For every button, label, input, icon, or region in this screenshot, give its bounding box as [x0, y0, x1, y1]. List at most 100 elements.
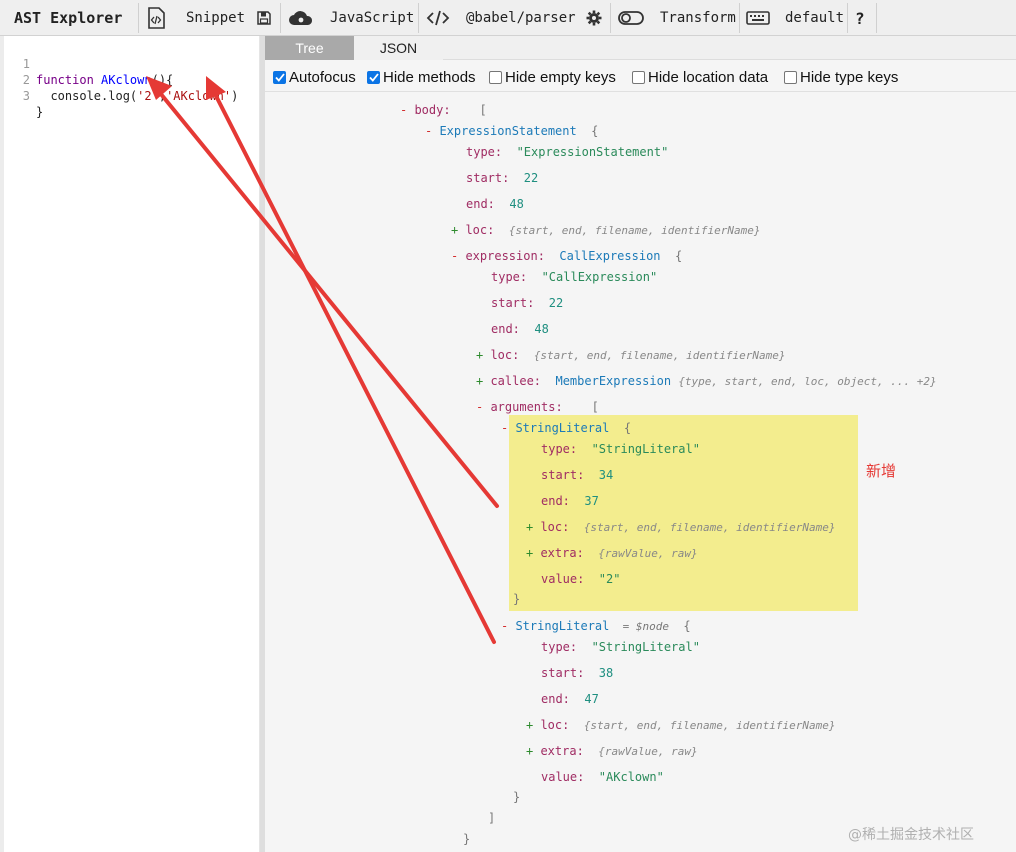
- help-button[interactable]: ?: [855, 0, 865, 36]
- tree-row[interactable]: - StringLiteral = $node {: [501, 617, 691, 635]
- expand-toggle[interactable]: +: [526, 744, 540, 758]
- tree-row[interactable]: + extra: {rawValue, raw}: [526, 742, 698, 760]
- code-line: 1 function AKclown(){: [4, 40, 260, 87]
- expand-toggle[interactable]: +: [526, 718, 540, 732]
- tree-row[interactable]: - arguments: [: [476, 398, 599, 416]
- tree-row[interactable]: value: "AKclown": [541, 768, 664, 786]
- tree-row[interactable]: + callee: MemberExpression {type, start,…: [476, 372, 937, 390]
- tree-row[interactable]: + loc: {start, end, filename, identifier…: [526, 716, 835, 734]
- tree-row[interactable]: - expression: CallExpression {: [451, 247, 682, 265]
- tree-key: start:: [541, 666, 599, 680]
- line-number: 3: [22, 89, 30, 103]
- tree-key: end:: [541, 494, 585, 508]
- tree-value: }: [513, 592, 521, 606]
- tree-value: "AKclown": [598, 770, 664, 784]
- snippet-button[interactable]: Snippet: [146, 0, 245, 36]
- tree-value: ]: [488, 811, 496, 825]
- tree-value: 38: [598, 666, 614, 680]
- tree-row[interactable]: type: "CallExpression": [491, 268, 657, 286]
- tree-row[interactable]: ]: [488, 809, 495, 827]
- tree-value: 48: [509, 197, 524, 211]
- output-tabs: Tree JSON: [265, 36, 1016, 60]
- parser-button[interactable]: @babel/parser: [426, 0, 576, 36]
- hide-empty-keys-option[interactable]: Hide empty keys: [489, 67, 616, 87]
- hide-methods-option[interactable]: Hide methods: [367, 67, 476, 87]
- watermark: @稀土掘金技术社区: [848, 827, 974, 843]
- parser-label: @babel/parser: [466, 10, 576, 26]
- tree-key: start:: [541, 468, 599, 482]
- tree-value: "ExpressionStatement": [516, 145, 669, 159]
- tree-row[interactable]: + loc: {start, end, filename, identifier…: [476, 346, 785, 364]
- tree-options: Autofocus Hide methods Hide empty keys H…: [265, 62, 1016, 92]
- tree-value: 37: [584, 494, 599, 508]
- tree-row[interactable]: - StringLiteral {: [501, 419, 631, 437]
- tree-row[interactable]: - body: [: [400, 101, 487, 119]
- tree-row[interactable]: }: [513, 590, 520, 608]
- hide-location-data-option[interactable]: Hide location data: [632, 67, 768, 87]
- tree-row[interactable]: start: 22: [466, 169, 538, 187]
- toolbar: AST Explorer Snippet JavaScript @babel/p…: [0, 0, 1016, 36]
- code-editor[interactable]: 1 function AKclown(){ 2 console.log('2',…: [4, 36, 260, 852]
- tree-row[interactable]: end: 47: [541, 690, 599, 708]
- annotation-label: 新增: [866, 462, 897, 480]
- tree-row[interactable]: start: 34: [541, 466, 613, 484]
- expand-toggle[interactable]: +: [526, 520, 540, 534]
- tree-key: loc:: [540, 520, 584, 534]
- tree-key: extra:: [540, 546, 599, 560]
- tree-value: "2": [598, 572, 621, 586]
- tree-value: 22: [523, 171, 539, 185]
- hide-methods-checkbox[interactable]: [367, 70, 380, 84]
- hide-type-keys-checkbox[interactable]: [784, 70, 797, 84]
- tree-value: 22: [548, 296, 564, 310]
- collapse-toggle[interactable]: -: [476, 400, 490, 414]
- hide-type-keys-option[interactable]: Hide type keys: [784, 67, 898, 87]
- tree-row[interactable]: end: 48: [491, 320, 549, 338]
- tree-row[interactable]: start: 38: [541, 664, 613, 682]
- tree-value: {start, end, filename, identifierName}: [533, 349, 786, 362]
- collapse-toggle[interactable]: -: [451, 249, 465, 263]
- tree-row[interactable]: + loc: {start, end, filename, identifier…: [526, 518, 835, 536]
- tree-value: "StringLiteral": [591, 442, 700, 456]
- expand-toggle[interactable]: +: [476, 374, 490, 388]
- hide-empty-keys-checkbox[interactable]: [489, 70, 502, 84]
- autofocus-checkbox[interactable]: [273, 70, 286, 84]
- tree-row[interactable]: type: "StringLiteral": [541, 440, 700, 458]
- tree-row[interactable]: }: [513, 788, 520, 806]
- autofocus-option[interactable]: Autofocus: [273, 67, 356, 87]
- tree-row[interactable]: end: 37: [541, 492, 599, 510]
- gear-icon: [586, 10, 602, 26]
- keymap-button[interactable]: default: [746, 0, 844, 36]
- tree-row[interactable]: end: 48: [466, 195, 524, 213]
- tree-row[interactable]: }: [463, 830, 470, 848]
- expand-toggle[interactable]: +: [451, 223, 465, 237]
- tree-value: ExpressionStatement: [439, 124, 577, 138]
- tree-row[interactable]: + loc: {start, end, filename, identifier…: [451, 221, 760, 239]
- tree-row[interactable]: value: "2": [541, 570, 620, 588]
- tree-key: start:: [466, 171, 524, 185]
- transform-button[interactable]: Transform: [618, 0, 736, 36]
- tree-row[interactable]: + extra: {rawValue, raw}: [526, 544, 698, 562]
- save-icon: [256, 10, 272, 26]
- tree-row[interactable]: type: "ExpressionStatement": [466, 143, 668, 161]
- tree-value: "CallExpression": [541, 270, 658, 284]
- language-button[interactable]: JavaScript: [288, 0, 414, 36]
- collapse-toggle[interactable]: -: [425, 124, 439, 138]
- tree-value: [: [577, 400, 599, 414]
- tree-key: loc:: [490, 348, 534, 362]
- save-button[interactable]: [256, 0, 272, 36]
- hide-location-data-checkbox[interactable]: [632, 70, 645, 84]
- collapse-toggle[interactable]: -: [501, 421, 515, 435]
- collapse-toggle[interactable]: -: [400, 103, 414, 117]
- tab-tree[interactable]: Tree: [265, 36, 354, 60]
- tree-value: {start, end, filename, identifierName}: [583, 521, 836, 534]
- tree-row[interactable]: start: 22: [491, 294, 563, 312]
- tree-row[interactable]: - ExpressionStatement {: [425, 122, 598, 140]
- parser-settings-button[interactable]: [586, 0, 602, 36]
- tree-value: [: [465, 103, 487, 117]
- tab-json[interactable]: JSON: [354, 36, 443, 60]
- tree-row[interactable]: type: "StringLiteral": [541, 638, 700, 656]
- expand-toggle[interactable]: +: [476, 348, 490, 362]
- tree-key: end:: [466, 197, 510, 211]
- expand-toggle[interactable]: +: [526, 546, 540, 560]
- collapse-toggle[interactable]: -: [501, 619, 515, 633]
